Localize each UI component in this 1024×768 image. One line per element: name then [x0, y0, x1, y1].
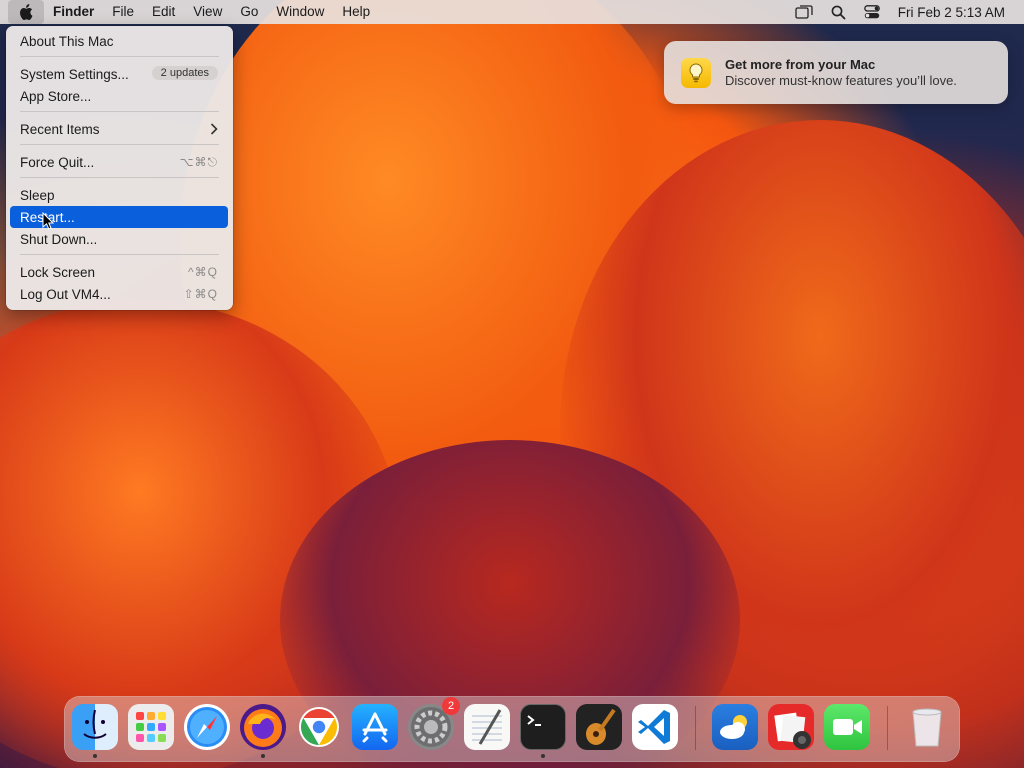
lightbulb-icon	[681, 58, 711, 88]
lock-screen-shortcut: ^⌘Q	[188, 265, 218, 279]
dock-weather-icon[interactable]	[712, 704, 758, 750]
menu-item-sleep[interactable]: Sleep	[10, 184, 228, 206]
menu-finder[interactable]: Finder	[44, 0, 103, 24]
running-indicator	[261, 754, 265, 758]
dock-facetime-icon[interactable]	[824, 704, 870, 750]
control-center-icon[interactable]	[863, 5, 880, 19]
menu-item-recent-items[interactable]: Recent Items	[10, 118, 228, 140]
menu-separator	[20, 144, 219, 145]
menu-separator	[20, 254, 219, 255]
force-quit-shortcut: ⌥⌘⎋	[179, 154, 218, 169]
notification-body: Discover must-know features you’ll love.	[725, 73, 957, 88]
notification-banner[interactable]: Get more from your Mac Discover must-kno…	[664, 41, 1008, 104]
updates-badge: 2 updates	[151, 66, 218, 80]
menu-window[interactable]: Window	[267, 0, 333, 24]
log-out-shortcut: ⇧⌘Q	[183, 287, 218, 301]
menu-bar-clock[interactable]: Fri Feb 2 5:13 AM	[898, 5, 1005, 20]
notification-badge: 2	[442, 697, 460, 715]
dock-launchpad-icon[interactable]	[128, 704, 174, 750]
menu-item-about[interactable]: About This Mac	[10, 30, 228, 52]
dock-system-settings-icon[interactable]: 2	[408, 697, 460, 750]
menu-item-system-settings[interactable]: System Settings... 2 updates	[10, 63, 228, 85]
menu-separator	[20, 111, 219, 112]
notification-title: Get more from your Mac	[725, 57, 876, 72]
search-icon[interactable]	[831, 5, 846, 20]
menu-file[interactable]: File	[103, 0, 143, 24]
menu-item-lock-screen[interactable]: Lock Screen ^⌘Q	[10, 261, 228, 283]
apple-menu-button[interactable]	[8, 0, 44, 24]
chevron-right-icon	[210, 120, 218, 138]
running-indicator	[93, 754, 97, 758]
dock-separator	[695, 706, 696, 750]
menu-go[interactable]: Go	[231, 0, 267, 24]
dock-app-store-icon[interactable]	[352, 704, 398, 750]
dock: 2	[64, 696, 960, 762]
dock-chrome-icon[interactable]	[296, 704, 342, 750]
menu-separator	[20, 56, 219, 57]
menu-view[interactable]: View	[184, 0, 231, 24]
menu-item-log-out[interactable]: Log Out VM4... ⇧⌘Q	[10, 283, 228, 305]
dock-photo-booth-icon[interactable]	[768, 704, 814, 750]
screen-mirroring-icon[interactable]	[795, 5, 813, 19]
menu-edit[interactable]: Edit	[143, 0, 184, 24]
menu-item-app-store[interactable]: App Store...	[10, 85, 228, 107]
dock-finder-icon[interactable]	[72, 704, 118, 750]
dock-firefox-icon[interactable]	[240, 704, 286, 750]
apple-menu: About This Mac System Settings... 2 upda…	[6, 26, 233, 310]
running-indicator	[541, 754, 545, 758]
menu-help[interactable]: Help	[333, 0, 379, 24]
menu-item-force-quit[interactable]: Force Quit... ⌥⌘⎋	[10, 151, 228, 173]
dock-safari-icon[interactable]	[184, 704, 230, 750]
dock-separator	[887, 706, 888, 750]
dock-textedit-icon[interactable]	[464, 704, 510, 750]
menu-bar: Finder File Edit View Go Window Help Fri…	[0, 0, 1024, 24]
dock-terminal-icon[interactable]	[520, 704, 566, 750]
dock-garageband-icon[interactable]	[576, 704, 622, 750]
menu-separator	[20, 177, 219, 178]
dock-trash-icon[interactable]	[904, 704, 950, 750]
apple-icon	[20, 4, 33, 20]
dock-vscode-icon[interactable]	[632, 704, 678, 750]
mouse-cursor-icon	[42, 211, 55, 235]
